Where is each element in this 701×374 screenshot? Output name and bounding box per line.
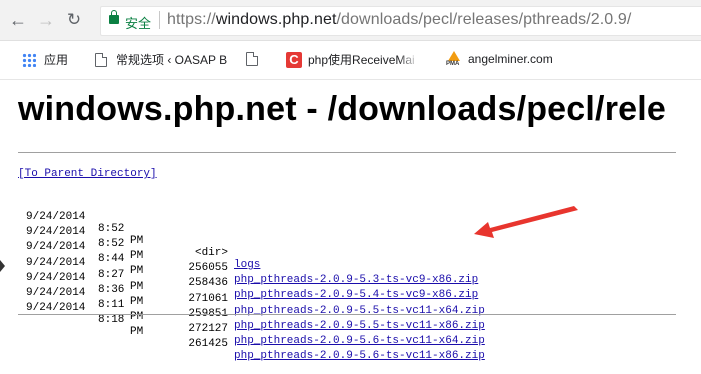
secure-label[interactable]: 安全 xyxy=(125,13,151,32)
file-link[interactable]: php_pthreads-2.0.9-5.6-ts-vc11-x64.zip xyxy=(234,335,485,347)
file-ampm: PM xyxy=(130,310,144,323)
file-row: 9/24/2014 8:52 PM 256055 php_pthreads-2.… xyxy=(26,214,496,286)
reload-icon[interactable]: ↻ xyxy=(64,10,84,30)
file-row: 9/24/2014 8:52 PM <dir> logs xyxy=(26,199,496,271)
file-row: 9/24/2014 8:27 PM 271061 php_pthreads-2.… xyxy=(26,245,496,317)
divider xyxy=(18,152,676,153)
file-row: 9/24/2014 8:44 PM 258436 php_pthreads-2.… xyxy=(26,229,496,301)
file-row: 9/24/2014 8:18 PM 261425 php_pthreads-2.… xyxy=(26,290,496,362)
forward-arrow-icon[interactable]: → xyxy=(36,10,56,30)
bookmark-label: php使用ReceiveMai xyxy=(308,53,415,67)
bookmark-label: angelminer.com xyxy=(468,52,553,66)
file-link[interactable]: php_pthreads-2.0.9-5.6-ts-vc11-x86.zip xyxy=(234,350,485,362)
lock-icon[interactable] xyxy=(109,10,119,24)
url-path: /downloads/pecl/releases/pthreads/2.0.9/ xyxy=(336,11,632,28)
bookmark-php-receivemail[interactable]: Cphp使用ReceiveMai xyxy=(286,51,420,69)
c-logo-icon: C xyxy=(286,51,302,68)
browser-toolbar: ← → ↻ 安全 https://windows.php.net/downloa… xyxy=(0,0,701,41)
file-link[interactable]: php_pthreads-2.0.9-5.5-ts-vc11-x86.zip xyxy=(234,320,485,332)
file-ampm: PM xyxy=(130,326,144,339)
file-listing: 9/24/2014 8:52 PM <dir> logs 9/24/2014 8… xyxy=(26,199,496,362)
page-icon xyxy=(246,51,258,66)
url-text[interactable]: https://windows.php.net/downloads/pecl/r… xyxy=(167,11,631,29)
bookmark-angelminer[interactable]: PMA angelminer.com xyxy=(446,51,553,69)
bookmark-label: 应用 xyxy=(44,53,69,67)
url-prefix: https:// xyxy=(167,11,216,28)
file-size: 261425 xyxy=(188,338,228,351)
mouse-cursor-icon xyxy=(0,260,5,272)
bookmark-apps[interactable]: 应用 xyxy=(22,51,68,69)
back-arrow-icon[interactable]: ← xyxy=(8,10,28,30)
bookmark-oasap[interactable]: 常规选项 ‹ OASAP B xyxy=(95,51,254,69)
page-icon xyxy=(95,52,107,67)
file-row: 9/24/2014 8:36 PM 259851 php_pthreads-2.… xyxy=(26,260,496,332)
parent-directory-link[interactable]: [To Parent Directory] xyxy=(18,168,157,180)
divider xyxy=(18,314,676,315)
file-date: 9/24/2014 xyxy=(26,302,86,315)
address-bar[interactable]: 安全 https://windows.php.net/downloads/pec… xyxy=(100,6,701,36)
url-host: windows.php.net xyxy=(215,11,337,28)
pma-logo-icon: PMA xyxy=(446,51,462,67)
page-title: windows.php.net - /downloads/pecl/rele xyxy=(18,90,666,128)
annotation-arrow-icon xyxy=(474,206,578,238)
apps-grid-icon xyxy=(22,52,36,67)
bookmarks-bar: 应用 常规选项 ‹ OASAP B Cphp使用ReceiveMai PMA an… xyxy=(0,41,701,80)
url-divider xyxy=(159,11,160,29)
bookmark-untitled[interactable] xyxy=(246,51,267,69)
bookmark-label: 常规选项 ‹ OASAP B xyxy=(116,53,228,67)
file-row: 9/24/2014 8:11 PM 272127 php_pthreads-2.… xyxy=(26,275,496,347)
file-size: 272127 xyxy=(188,322,228,335)
file-time: 8:18 xyxy=(98,314,125,327)
